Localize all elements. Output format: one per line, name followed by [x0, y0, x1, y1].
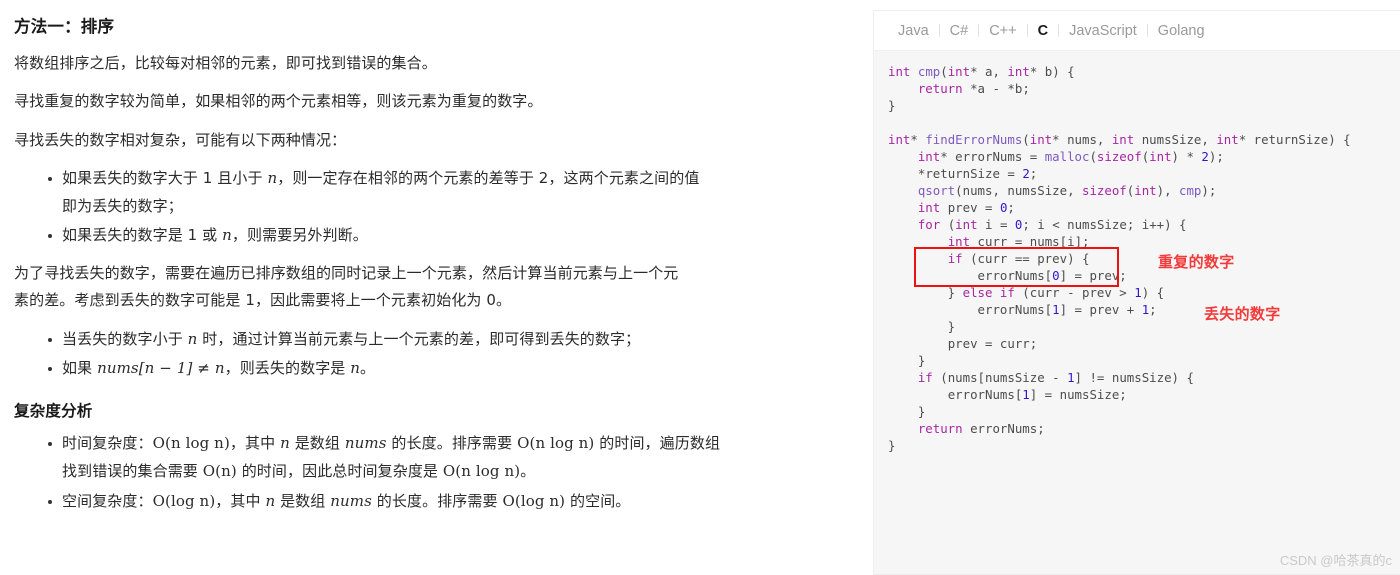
- space-complexity-label: 空间复杂度：: [62, 491, 153, 510]
- list-item: 如果丢失的数字是 1 或 n，则需要另外判断。: [48, 222, 852, 250]
- big-o-logn: O(log n): [152, 491, 216, 510]
- list-text: 当丢失的数字小于: [62, 329, 188, 348]
- list-item: 如果 nums[n − 1] ≠ n，则丢失的数字是 n。: [48, 355, 852, 383]
- tab-golang[interactable]: Golang: [1148, 23, 1215, 39]
- list-text: 如果丢失的数字大于 1 且小于: [62, 168, 268, 187]
- paragraph-2: 寻找重复的数字较为简单，如果相邻的两个元素相等，则该元素为重复的数字。: [14, 92, 543, 111]
- list-text: 的时间，遍历数组: [594, 434, 721, 453]
- big-o-logn: O(log n): [502, 491, 566, 510]
- list-text: 的时间，因此总时间复杂度是: [236, 461, 443, 480]
- paragraph-4-line1: 为了寻找丢失的数字，需要在遍历已排序数组的同时记录上一个元素，然后计算当前元素与…: [14, 264, 679, 283]
- paragraph-4: 为了寻找丢失的数字，需要在遍历已排序数组的同时记录上一个元素，然后计算当前元素与…: [14, 260, 852, 315]
- big-o-n: O(n): [202, 461, 237, 480]
- list-item: 如果丢失的数字大于 1 且小于 n，则一定存在相邻的两个元素的差等于 2，这两个…: [48, 165, 852, 221]
- list-text: 。: [360, 359, 376, 378]
- tab-cpp[interactable]: C++: [979, 23, 1026, 39]
- big-o-nlogn: O(n log n): [152, 434, 230, 453]
- annotation-duplicate-number: 重复的数字: [1158, 253, 1235, 271]
- math-expression: nums[n − 1] ≠ n: [97, 359, 225, 378]
- big-o-nlogn: O(n log n): [442, 461, 521, 480]
- list-text: ，则需要另外判断。: [231, 226, 368, 245]
- list-item: 空间复杂度：O(log n)，其中 n 是数组 nums 的长度。排序需要 O(…: [48, 488, 852, 516]
- list-text: ，其中: [215, 491, 266, 510]
- article-column: 方法一：排序 将数组排序之后，比较每对相邻的元素，即可找到错误的集合。 寻找重复…: [0, 0, 866, 575]
- paragraph-4-line2: 素的差。考虑到丢失的数字可能是 1，因此需要将上一个元素初始化为 0。: [14, 291, 512, 310]
- list-text: ，则一定存在相邻的两个元素的差等于 2，这两个元素之间的值: [277, 168, 700, 187]
- list-text: 的长度。排序需要: [386, 434, 518, 453]
- code-panel: Java C# C++ C JavaScript Golang int cmp(…: [873, 10, 1400, 575]
- list-text: 是数组: [275, 491, 331, 510]
- code-area: int cmp(int* a, int* b) { return *a - *b…: [874, 51, 1400, 574]
- tab-c[interactable]: C: [1028, 23, 1058, 39]
- list-text: 是数组: [289, 434, 345, 453]
- list-text: ，其中: [229, 434, 281, 453]
- math-var-nums: nums: [330, 491, 372, 510]
- paragraph-1: 将数组排序之后，比较每对相邻的元素，即可找到错误的集合。: [14, 54, 437, 72]
- bullet-list-complexity: 时间复杂度：O(n log n)，其中 n 是数组 nums 的长度。排序需要 …: [14, 430, 852, 515]
- list-text-cont: 即为丢失的数字；: [62, 196, 183, 215]
- list-text: 的长度。排序需要: [371, 491, 503, 510]
- paragraph-3: 寻找丢失的数字相对复杂，可能有以下两种情况：: [14, 130, 347, 149]
- page-title: 方法一：排序: [14, 17, 115, 36]
- math-var-n: n: [187, 329, 198, 348]
- list-text-cont: 找到错误的集合需要: [62, 461, 203, 480]
- bullet-list-rules: 当丢失的数字小于 n 时，通过计算当前元素与上一个元素的差，即可得到丢失的数字；…: [14, 326, 852, 384]
- list-text: ，则丢失的数字是: [224, 359, 351, 378]
- annotation-missing-number: 丢失的数字: [1204, 305, 1281, 323]
- math-var-n: n: [267, 168, 278, 187]
- list-item: 时间复杂度：O(n log n)，其中 n 是数组 nums 的长度。排序需要 …: [48, 430, 852, 486]
- math-var-n: n: [265, 491, 276, 510]
- tab-java[interactable]: Java: [888, 23, 939, 39]
- code-block[interactable]: int cmp(int* a, int* b) { return *a - *b…: [874, 61, 1400, 454]
- page-root: 方法一：排序 将数组排序之后，比较每对相邻的元素，即可找到错误的集合。 寻找重复…: [0, 0, 1400, 575]
- time-complexity-label: 时间复杂度：: [62, 434, 153, 453]
- tab-javascript[interactable]: JavaScript: [1059, 23, 1147, 39]
- math-var-n: n: [350, 359, 361, 378]
- language-tabbar: Java C# C++ C JavaScript Golang: [874, 11, 1400, 51]
- math-var-n: n: [222, 226, 232, 245]
- tab-csharp[interactable]: C#: [940, 23, 979, 39]
- list-text: 的空间。: [565, 491, 631, 510]
- list-text: 。: [520, 461, 536, 480]
- complexity-heading: 复杂度分析: [14, 402, 93, 421]
- math-var-n: n: [280, 434, 290, 453]
- list-text: 如果丢失的数字是 1 或: [62, 226, 223, 245]
- list-text: 时，通过计算当前元素与上一个元素的差，即可得到丢失的数字；: [197, 329, 641, 348]
- csdn-watermark: CSDN @哈茶真的c: [1279, 553, 1392, 568]
- big-o-nlogn: O(n log n): [517, 434, 595, 453]
- list-text: 如果: [62, 359, 98, 378]
- bullet-list-cases: 如果丢失的数字大于 1 且小于 n，则一定存在相邻的两个元素的差等于 2，这两个…: [14, 165, 852, 250]
- math-var-nums: nums: [344, 434, 387, 453]
- list-item: 当丢失的数字小于 n 时，通过计算当前元素与上一个元素的差，即可得到丢失的数字；: [48, 326, 852, 354]
